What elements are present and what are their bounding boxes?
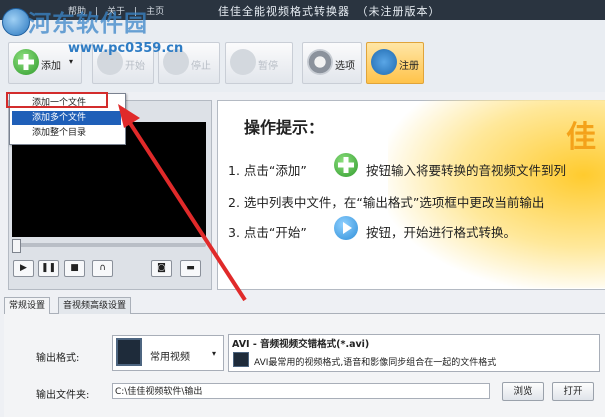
- browse-button[interactable]: 浏览: [502, 382, 544, 401]
- add-label: 添加: [41, 61, 61, 72]
- output-folder-label: 输出文件夹:: [36, 390, 90, 401]
- pause-icon: ❚❚: [40, 263, 57, 273]
- window-title: 佳佳全能视频格式转换器 （未注册版本）: [218, 5, 441, 18]
- watermark-title: 河东软件园: [28, 10, 148, 37]
- stop-label: 停止: [191, 61, 211, 72]
- pause-button-small[interactable]: ❚❚: [38, 260, 59, 277]
- folder-icon: ▬: [186, 263, 195, 273]
- watermark-url: www.pc0359.cn: [68, 41, 184, 56]
- tip-step-1b: 按钮输入将要转换的音视频文件到列: [366, 163, 567, 178]
- tab-general-settings[interactable]: 常规设置: [4, 297, 51, 314]
- highlight-box: [6, 92, 108, 108]
- stop-button-small[interactable]: ■: [64, 260, 85, 277]
- film-icon: [233, 352, 249, 367]
- menu-item-add-directory[interactable]: 添加整个目录: [12, 126, 121, 140]
- pause-icon: [230, 49, 256, 75]
- add-icon: [13, 49, 39, 75]
- tip-step-3: 3. 点击“开始”: [228, 222, 307, 241]
- open-button[interactable]: 打开: [552, 382, 594, 401]
- play-icon: [334, 216, 358, 240]
- tips-title: 操作提示：: [244, 118, 325, 137]
- format-name: AVI - 音频视频交错格式(*.avi): [232, 339, 370, 350]
- register-label: 注册: [399, 61, 419, 72]
- cart-icon: [371, 49, 397, 75]
- output-folder-input[interactable]: C:\佳佳视频软件\输出: [112, 383, 490, 399]
- tip-step-2: 2. 选中列表中文件，在“输出格式”选项框中更改当前输出: [228, 195, 545, 210]
- tip-step-1-text: 1. 点击“添加”: [228, 163, 307, 178]
- play-icon: ▶: [20, 263, 27, 273]
- watermark-logo: [2, 8, 30, 36]
- snapshot-button[interactable]: ◙: [151, 260, 172, 277]
- chevron-down-icon: ▾: [212, 349, 217, 358]
- gear-icon: [307, 49, 333, 75]
- camera-icon: ◙: [157, 263, 166, 273]
- format-category-value: 常用视频: [150, 352, 190, 363]
- start-label: 开始: [125, 61, 145, 72]
- folder-button[interactable]: ▬: [180, 260, 201, 277]
- menu-item-add-multiple-files[interactable]: 添加多个文件: [12, 111, 121, 125]
- options-label: 选项: [335, 61, 355, 72]
- tip-step-3-text: 3. 点击“开始”: [228, 225, 307, 240]
- film-icon: [116, 338, 142, 366]
- loop-button[interactable]: ∩: [92, 260, 113, 277]
- seek-handle[interactable]: [12, 239, 21, 253]
- tab-av-advanced[interactable]: 音视频高级设置: [58, 297, 132, 314]
- stop-icon: ■: [70, 263, 79, 273]
- headphones-icon: ∩: [99, 263, 106, 273]
- add-icon: [334, 153, 358, 177]
- tip-step-1: 1. 点击“添加”: [228, 160, 307, 179]
- format-label: 输出格式:: [36, 353, 80, 364]
- seek-slider[interactable]: [12, 243, 206, 247]
- chevron-down-icon[interactable]: ▾: [69, 57, 73, 66]
- register-button[interactable]: 注册: [366, 42, 424, 84]
- pause-label: 暂停: [258, 61, 278, 72]
- tip-step-3b: 按钮，开始进行格式转换。: [366, 225, 517, 240]
- format-description: AVI最常用的视频格式,语音和影像同步组合在一起的文件格式: [254, 358, 497, 368]
- play-button[interactable]: ▶: [13, 260, 34, 277]
- tips-deco-char: 佳: [566, 120, 596, 155]
- pause-button[interactable]: 暂停: [225, 42, 293, 84]
- options-button[interactable]: 选项: [302, 42, 362, 84]
